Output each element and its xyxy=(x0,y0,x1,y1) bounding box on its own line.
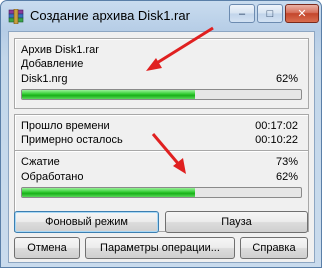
processed-value: 62% xyxy=(275,171,298,183)
remaining-value: 00:10:22 xyxy=(255,134,298,146)
archive-name: Архив Disk1.rar xyxy=(21,44,99,56)
file-percent: 62% xyxy=(275,73,298,85)
maximize-button[interactable]: □ xyxy=(257,4,283,23)
processed-label: Обработано xyxy=(21,171,84,183)
help-button[interactable]: Справка xyxy=(240,237,308,259)
title-bar[interactable]: Создание архива Disk1.rar – □ ✕ xyxy=(1,1,321,31)
cancel-button[interactable]: Отмена xyxy=(14,237,80,259)
total-progress-fill xyxy=(22,188,195,197)
minimize-button[interactable]: – xyxy=(229,4,255,23)
ratio-value: 73% xyxy=(275,156,298,168)
stats-divider xyxy=(15,150,308,152)
minimize-icon: – xyxy=(238,7,246,20)
maximize-icon: □ xyxy=(266,7,274,20)
elapsed-value: 00:17:02 xyxy=(255,120,298,132)
help-label: Справка xyxy=(252,242,296,254)
pause-label: Пауза xyxy=(221,216,252,228)
file-progress-fill xyxy=(22,90,195,99)
winrar-archive-icon xyxy=(8,9,24,24)
elapsed-label: Прошло времени xyxy=(21,120,110,132)
background-mode-label: Фоновый режим xyxy=(45,216,128,228)
remaining-label: Примерно осталось xyxy=(21,134,123,146)
dialog-body: Архив Disk1.rar Добавление Disk1.nrg 62%… xyxy=(8,31,315,263)
current-file-name: Disk1.nrg xyxy=(21,73,68,85)
file-progress-bar xyxy=(21,89,302,100)
total-progress-bar xyxy=(21,187,302,198)
cancel-label: Отмена xyxy=(27,242,67,254)
operation-options-label: Параметры операции... xyxy=(100,242,220,254)
close-button[interactable]: ✕ xyxy=(285,4,319,23)
background-mode-button[interactable]: Фоновый режим xyxy=(14,211,159,233)
file-progress-panel: Архив Disk1.rar Добавление Disk1.nrg 62% xyxy=(14,38,309,109)
window-title: Создание архива Disk1.rar xyxy=(30,8,190,23)
close-icon: ✕ xyxy=(297,8,307,20)
ratio-label: Сжатие xyxy=(21,156,60,168)
archive-progress-window: Создание архива Disk1.rar – □ ✕ Архив Di… xyxy=(0,0,322,268)
operation-label: Добавление xyxy=(21,58,84,70)
operation-options-button[interactable]: Параметры операции... xyxy=(85,237,235,259)
pause-button[interactable]: Пауза xyxy=(165,211,308,233)
